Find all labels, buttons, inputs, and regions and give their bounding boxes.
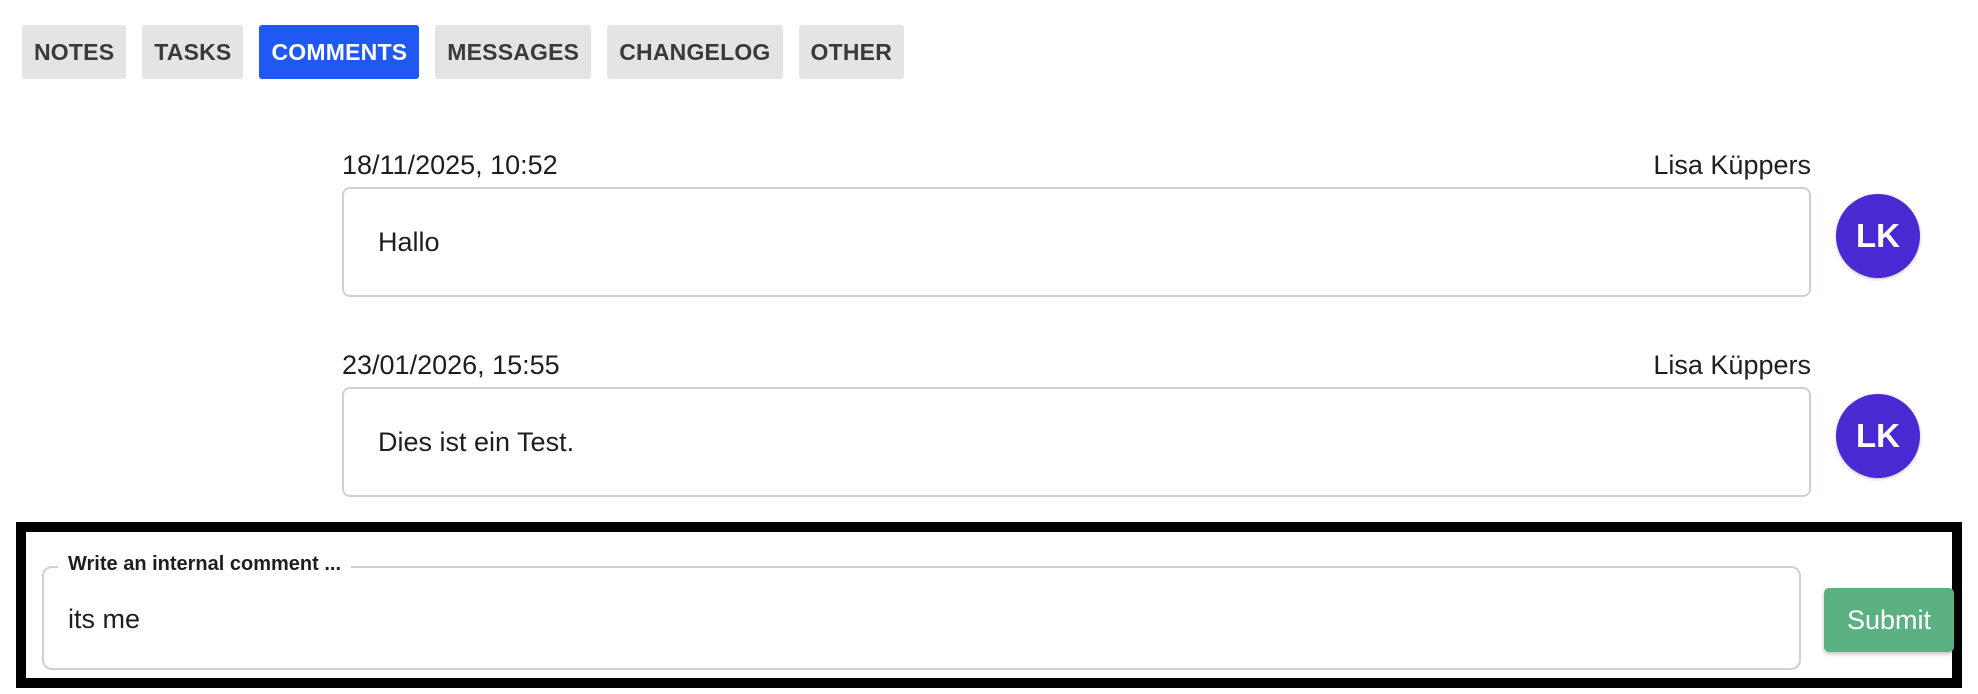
comment-timestamp: 23/01/2026, 15:55 [342,350,560,380]
comment-author: Lisa Küppers [1653,350,1811,380]
comment-author: Lisa Küppers [1653,150,1811,180]
comment-field-label: Write an internal comment ... [58,553,352,576]
comment-input[interactable] [68,604,1768,635]
comment-meta: 23/01/2026, 15:55 Lisa Küppers [342,349,1811,381]
comment-composer: Write an internal comment ... Submit [16,522,1962,688]
comment-text: Hallo [378,226,440,257]
comment-bubble: Hallo [342,187,1811,297]
tab-changelog[interactable]: CHANGELOG [607,25,783,79]
comment-item: 18/11/2025, 10:52 Lisa Küppers Hallo LK [342,149,1922,299]
tab-tasks[interactable]: TASKS [142,25,244,79]
tab-comments[interactable]: COMMENTS [259,25,420,79]
comment-meta: 18/11/2025, 10:52 Lisa Küppers [342,149,1811,181]
tab-messages[interactable]: MESSAGES [435,25,592,79]
comment-timestamp: 18/11/2025, 10:52 [342,150,558,180]
tab-bar: NOTES TASKS COMMENTS MESSAGES CHANGELOG … [22,25,905,79]
tab-notes[interactable]: NOTES [22,25,127,79]
tab-other[interactable]: OTHER [798,25,905,79]
avatar: LK [1836,394,1920,478]
submit-button[interactable]: Submit [1824,588,1954,652]
comment-field[interactable]: Write an internal comment ... [42,553,1801,670]
comment-text: Dies ist ein Test. [378,426,575,457]
avatar: LK [1836,194,1920,278]
comment-item: 23/01/2026, 15:55 Lisa Küppers Dies ist … [342,349,1922,499]
comment-bubble: Dies ist ein Test. [342,387,1811,497]
